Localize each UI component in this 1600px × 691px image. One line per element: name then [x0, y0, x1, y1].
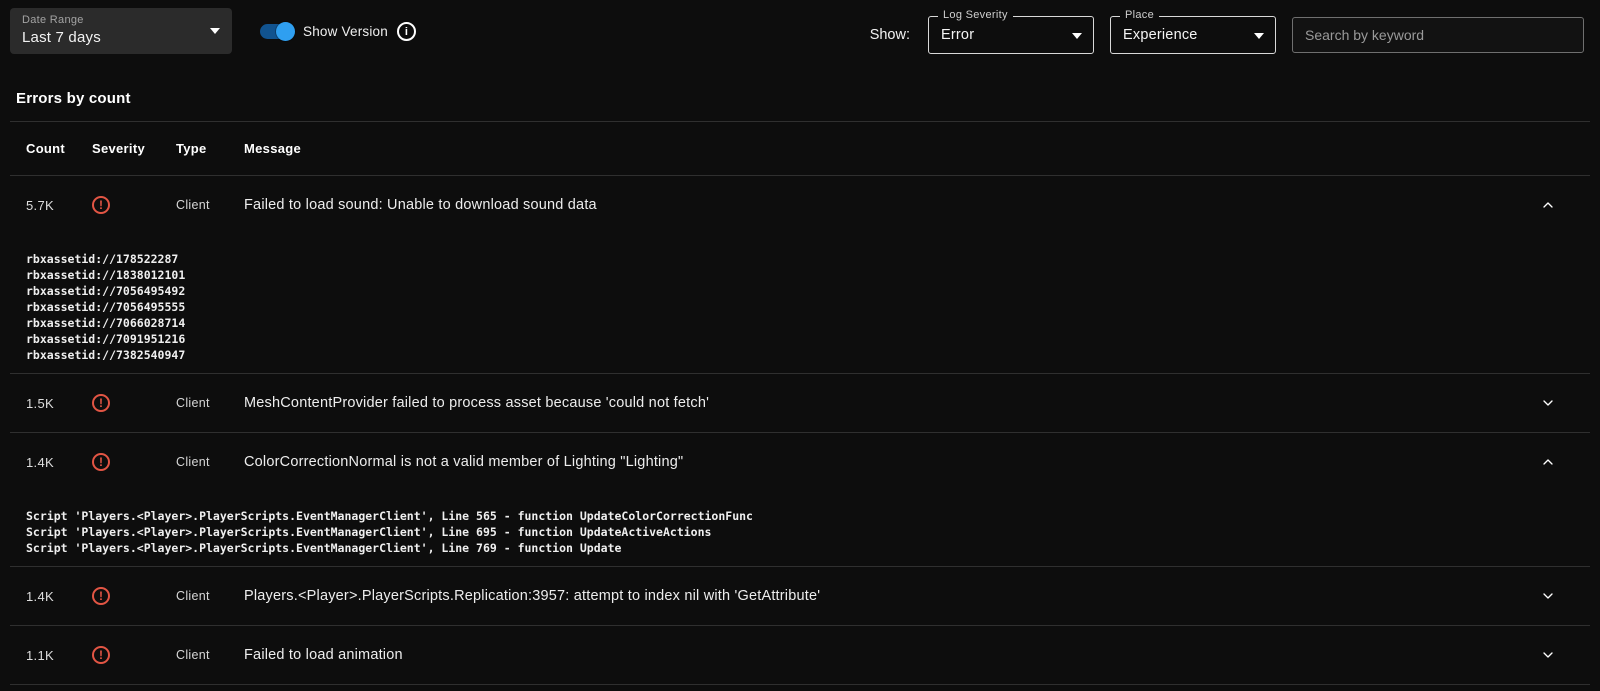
message-cell: MeshContentProvider failed to process as…: [244, 395, 1520, 411]
expand-row-button[interactable]: [1536, 643, 1560, 667]
message-cell: Failed to load animation: [244, 647, 1520, 663]
error-details: Script 'Players.<Player>.PlayerScripts.E…: [10, 491, 1590, 566]
search-box: [1292, 17, 1584, 53]
log-severity-label: Log Severity: [938, 9, 1013, 21]
count-cell: 1.5K: [26, 396, 92, 411]
message-cell: Failed to load sound: Unable to download…: [244, 197, 1520, 213]
toggle-knob: [276, 22, 295, 41]
date-range-value: Last 7 days: [22, 29, 198, 46]
count-cell: 1.1K: [26, 648, 92, 663]
error-details: rbxassetid://178522287 rbxassetid://1838…: [10, 234, 1590, 373]
log-severity-value: Error: [941, 27, 974, 43]
table-row-main[interactable]: 1.4K ! Client Players.<Player>.PlayerScr…: [10, 567, 1590, 625]
top-toolbar: Date Range Last 7 days Show Version i Sh…: [0, 0, 1600, 64]
search-input[interactable]: [1293, 18, 1583, 52]
collapse-row-button[interactable]: [1536, 193, 1560, 217]
table-row: 1.1K ! Client Failed to load animation: [10, 626, 1590, 685]
error-severity-icon: !: [92, 587, 110, 605]
place-value: Experience: [1123, 27, 1198, 43]
error-severity-icon: !: [92, 646, 110, 664]
table-row: 1.4K ! Client Players.<Player>.PlayerScr…: [10, 567, 1590, 626]
message-cell: ColorCorrectionNormal is not a valid mem…: [244, 454, 1520, 470]
collapse-row-button[interactable]: [1536, 450, 1560, 474]
error-severity-icon: !: [92, 453, 110, 471]
date-range-select[interactable]: Date Range Last 7 days: [10, 8, 232, 54]
chevron-down-icon: [210, 28, 220, 34]
chevron-down-icon: [1072, 33, 1082, 39]
type-cell: Client: [176, 198, 244, 212]
type-cell: Client: [176, 396, 244, 410]
type-cell: Client: [176, 455, 244, 469]
place-label: Place: [1120, 9, 1159, 21]
table-row: 1.4K ! Client ColorCorrectionNormal is n…: [10, 433, 1590, 567]
info-icon[interactable]: i: [397, 22, 416, 41]
count-cell: 1.4K: [26, 589, 92, 604]
header-type: Type: [176, 141, 244, 156]
error-severity-icon: !: [92, 394, 110, 412]
table-row: 1.5K ! Client MeshContentProvider failed…: [10, 374, 1590, 433]
header-count: Count: [26, 141, 92, 156]
log-severity-select[interactable]: Log Severity Error: [928, 16, 1094, 54]
show-version-label: Show Version: [303, 24, 388, 39]
place-select[interactable]: Place Experience: [1110, 16, 1276, 54]
date-range-label: Date Range: [22, 14, 198, 26]
chevron-down-icon: [1254, 33, 1264, 39]
page-title: Errors by count: [16, 90, 1600, 107]
header-message: Message: [244, 141, 1520, 156]
filter-controls: Show: Log Severity Error Place Experienc…: [870, 16, 1584, 54]
table-row-main[interactable]: 1.4K ! Client ColorCorrectionNormal is n…: [10, 433, 1590, 491]
expand-row-button[interactable]: [1536, 391, 1560, 415]
type-cell: Client: [176, 589, 244, 603]
count-cell: 1.4K: [26, 455, 92, 470]
table-row-main[interactable]: 1.1K ! Client Failed to load animation: [10, 626, 1590, 684]
expand-row-button[interactable]: [1536, 584, 1560, 608]
table-row-main[interactable]: 1.5K ! Client MeshContentProvider failed…: [10, 374, 1590, 432]
show-version-toggle[interactable]: [260, 24, 294, 39]
table-header: Count Severity Type Message: [10, 122, 1590, 176]
table-row: 5.7K ! Client Failed to load sound: Unab…: [10, 176, 1590, 374]
header-severity: Severity: [92, 141, 176, 156]
show-version-group: Show Version i: [260, 22, 416, 41]
count-cell: 5.7K: [26, 198, 92, 213]
show-label: Show:: [870, 27, 910, 43]
errors-table: Count Severity Type Message 5.7K ! Clien…: [10, 121, 1590, 685]
error-severity-icon: !: [92, 196, 110, 214]
table-row-main[interactable]: 5.7K ! Client Failed to load sound: Unab…: [10, 176, 1590, 234]
message-cell: Players.<Player>.PlayerScripts.Replicati…: [244, 588, 1520, 604]
type-cell: Client: [176, 648, 244, 662]
